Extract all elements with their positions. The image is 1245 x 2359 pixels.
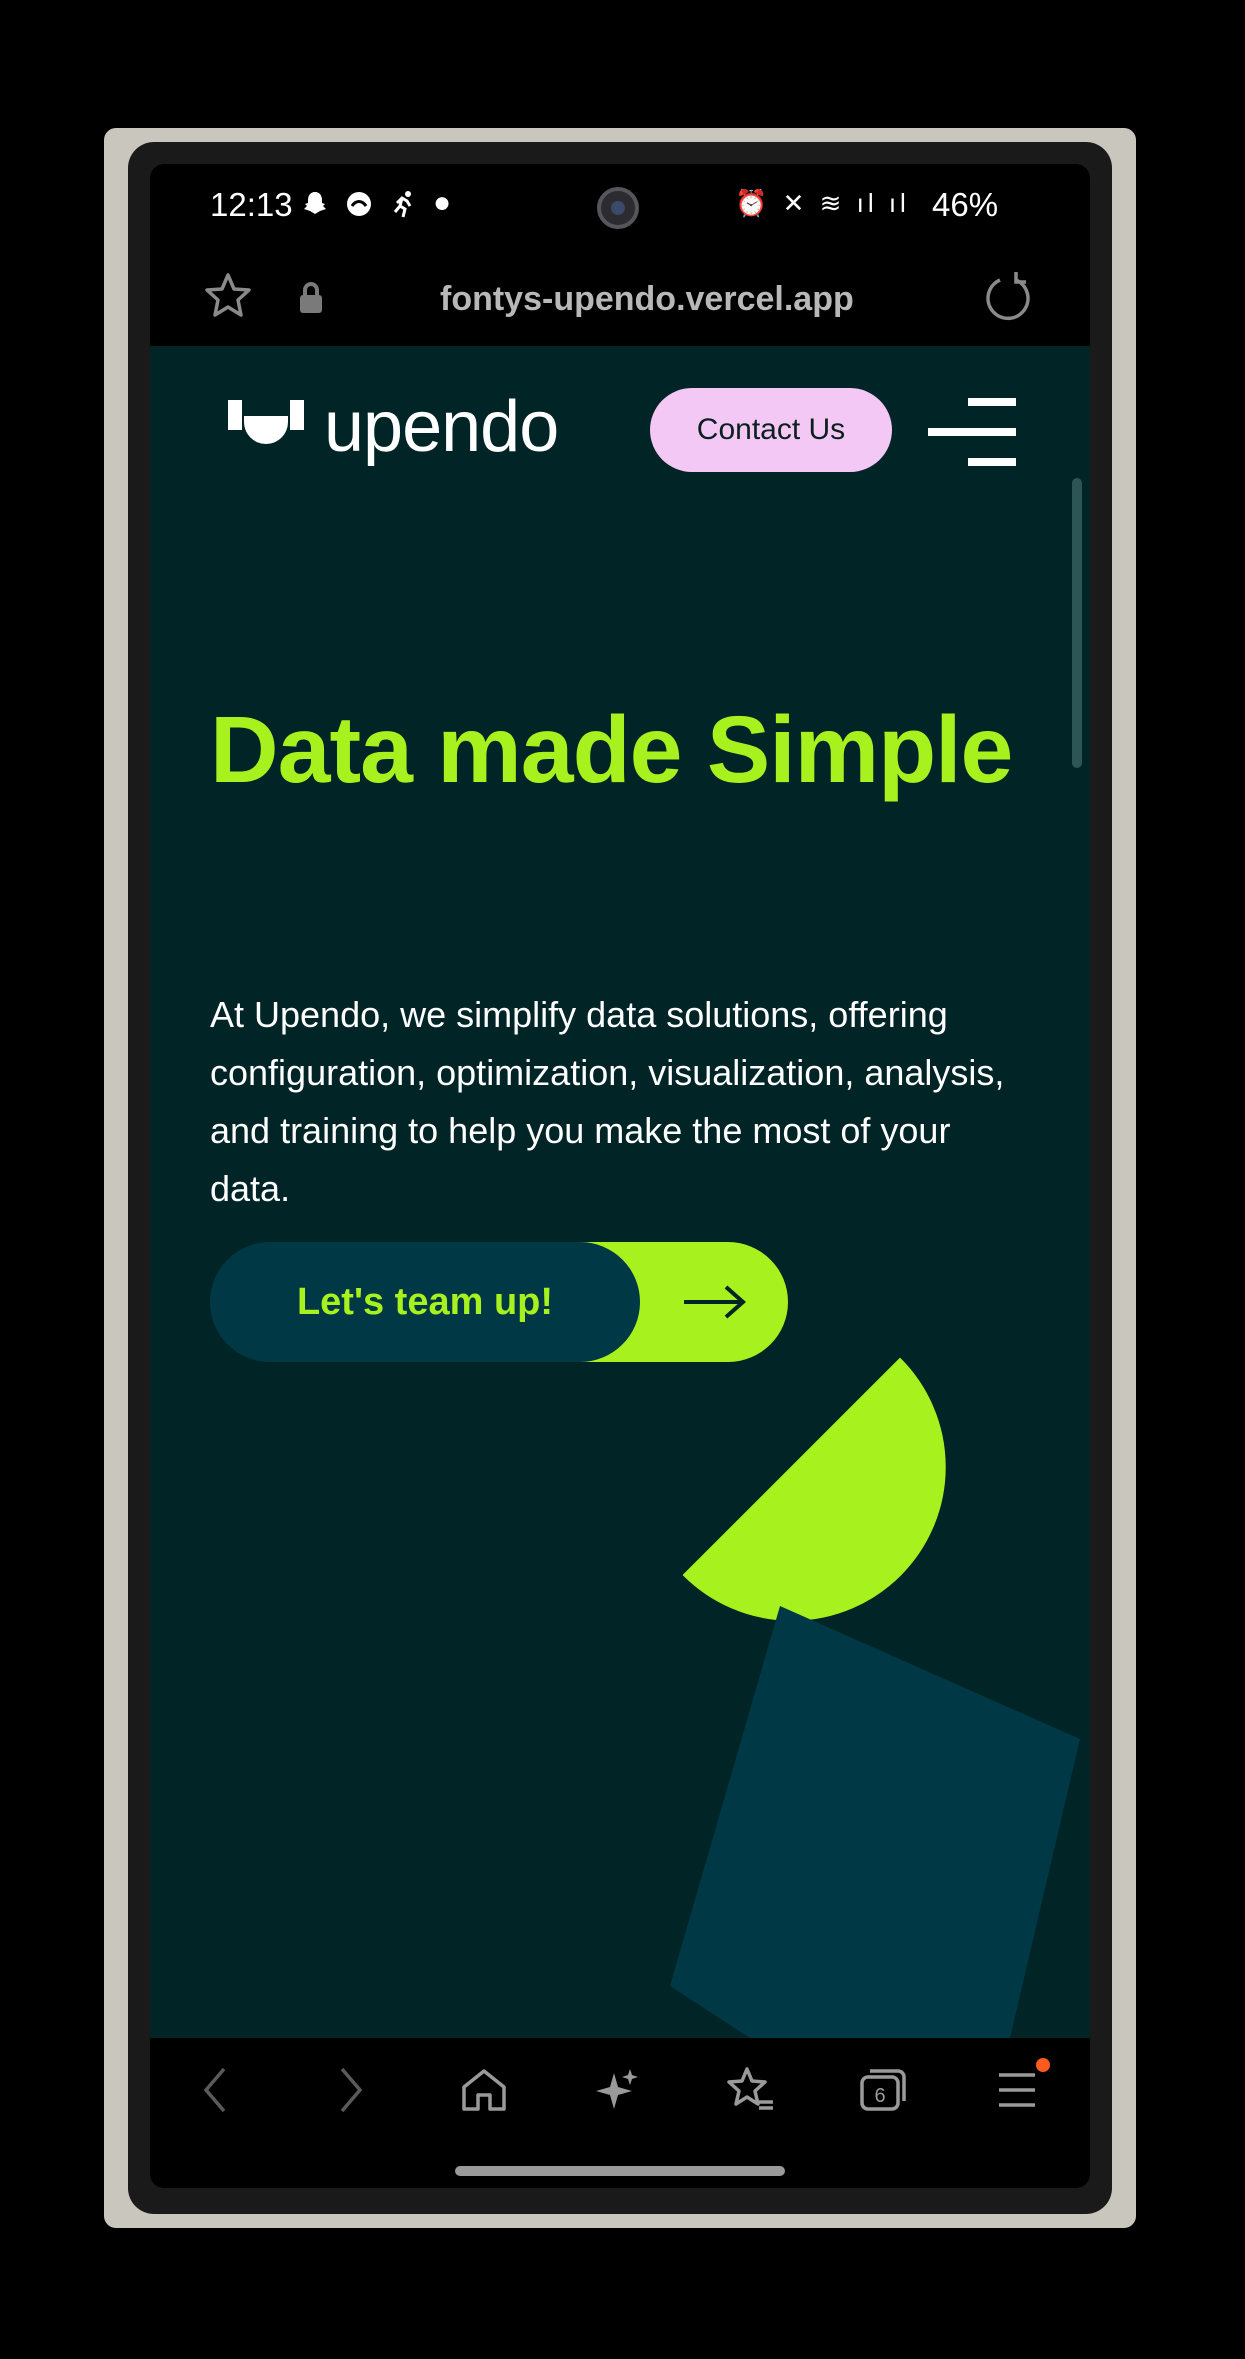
teal-rectangle-shape [670, 1606, 1080, 2038]
bookmarks-star-icon [727, 2067, 773, 2110]
battery-level: 46% [932, 186, 999, 223]
chevron-left-icon [203, 2067, 226, 2113]
phone-screen: 12:13 ● ⏰ ✕ ≋ ıl ıl 46% fontys-upendo.ve… [150, 164, 1090, 2188]
browser-address-bar: fontys-upendo.vercel.app [150, 254, 1090, 346]
activity-icon [393, 191, 411, 218]
notification-icons: ● [300, 186, 457, 220]
menu-notification-dot [1036, 2058, 1050, 2072]
system-icons: ⏰ ✕ ≋ ıl ıl [735, 188, 910, 218]
lock-icon[interactable] [296, 279, 326, 315]
logo-wordmark[interactable]: upendo [324, 386, 559, 468]
assistant-button[interactable] [582, 2060, 652, 2120]
upendo-logo-icon[interactable] [228, 400, 304, 456]
reload-icon[interactable] [980, 268, 1036, 324]
snapchat-icon [304, 192, 326, 215]
back-button[interactable] [180, 2060, 250, 2120]
home-icon [462, 2069, 506, 2111]
more-notifications-dot: ● [433, 186, 458, 219]
chevron-right-icon [340, 2067, 363, 2113]
web-page: upendo Contact Us Data made Simple At Up… [150, 346, 1090, 2038]
lets-team-up-button[interactable]: Let's team up! [210, 1242, 788, 1362]
app-notification-icon [347, 192, 372, 217]
cta-label[interactable]: Let's team up! [210, 1242, 640, 1362]
gesture-home-indicator[interactable] [455, 2166, 785, 2176]
tabs-count: 6 [874, 2085, 885, 2107]
tabs-icon: 6 [860, 2069, 906, 2111]
half-circle-rounding [684, 1359, 945, 1620]
contact-us-button[interactable]: Contact Us [650, 388, 892, 472]
status-time: 12:13 [210, 186, 293, 223]
sparkle-icon [596, 2069, 638, 2109]
home-button[interactable] [449, 2060, 519, 2120]
page-scrollbar[interactable] [1072, 478, 1082, 768]
arrow-right-icon[interactable] [682, 1284, 746, 1320]
menu-icon [999, 2073, 1035, 2107]
url-text[interactable]: fontys-upendo.vercel.app [440, 280, 854, 319]
hamburger-menu-icon[interactable] [928, 398, 1016, 468]
hero-description: At Upendo, we simplify data solutions, o… [210, 994, 1005, 1209]
bookmark-star-icon[interactable] [202, 270, 254, 322]
hero-headline: Data made Simple [210, 697, 1013, 803]
forward-button[interactable] [316, 2060, 386, 2120]
tabs-button[interactable]: 6 [848, 2060, 918, 2120]
status-bar: 12:13 ● ⏰ ✕ ≋ ıl ıl 46% [150, 164, 1090, 254]
browser-toolbar: 6 [150, 2038, 1090, 2188]
bookmarks-button[interactable] [715, 2060, 785, 2120]
front-camera [597, 187, 639, 229]
